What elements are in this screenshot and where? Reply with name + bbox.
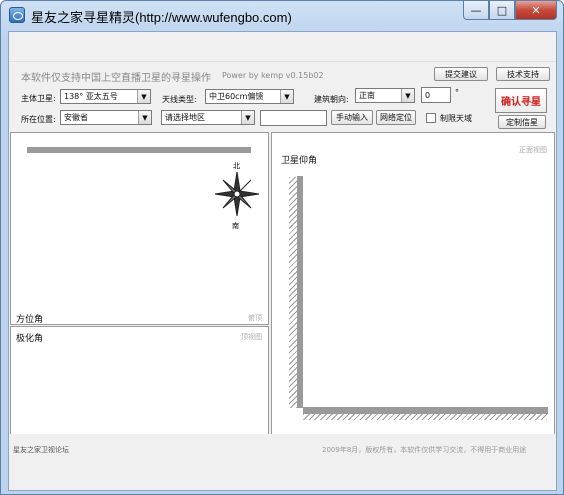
antenna-value: 中卫60cm偏馈 (209, 92, 264, 101)
location-label: 所在位置: (21, 115, 56, 124)
maximize-button[interactable]: □ (489, 1, 515, 20)
app-description: 本软件仅支持中国上空直播卫星的寻星操作 (21, 73, 211, 84)
window-controls: — □ ✕ (463, 1, 557, 21)
azimuth-panel: 北 南 方位角 俯顶 (10, 132, 269, 325)
window-title: 星友之家寻星精灵(http://www.wufengbo.com) (31, 10, 292, 25)
polarization-subtitle: 顶视图 (241, 333, 262, 341)
confirm-search-button[interactable]: 确认寻星 (495, 88, 547, 113)
support-button[interactable]: 技术支持 (496, 67, 550, 81)
close-button[interactable]: ✕ (515, 1, 557, 20)
minimize-button[interactable]: — (463, 1, 489, 20)
elevation-horizontal-bar (303, 407, 548, 414)
chevron-down-icon[interactable]: ▼ (401, 89, 414, 102)
forum-link[interactable]: 星友之家卫视论坛 (13, 445, 69, 455)
satellite-label: 主体卫星: (21, 94, 56, 103)
city-input[interactable] (260, 110, 327, 126)
province-select[interactable]: 安徽省 ▼ (60, 110, 152, 125)
compass-icon (214, 171, 260, 217)
province-value: 安徽省 (64, 113, 88, 122)
compass-south-label: 南 (232, 222, 239, 230)
ground-hatch (303, 414, 547, 420)
elevation-panel: 卫星仰角 正面视图 (271, 132, 555, 435)
azimuth-subtitle: 俯顶 (248, 314, 262, 322)
feedback-button[interactable]: 提交建议 (434, 67, 488, 81)
elevation-title: 卫星仰角 (281, 156, 318, 166)
chevron-down-icon[interactable]: ▼ (241, 111, 254, 124)
satellite-value: 138° 亚太五号 (64, 92, 118, 101)
elevation-vertical-bar (297, 176, 303, 408)
chevron-down-icon[interactable]: ▼ (280, 90, 293, 103)
elevation-subtitle: 正面视图 (519, 146, 547, 154)
azimuth-title: 方位角 (16, 315, 44, 325)
version-text: Power by kemp v0.15b02 (222, 71, 324, 80)
wall-hatch (289, 177, 297, 408)
status-bar: 星友之家卫视论坛 2009年8月，版权所有，本软件仅供学习交流，不得用于商业用途 (9, 434, 556, 458)
copyright-text: 2009年8月，版权所有，本软件仅供学习交流，不得用于商业用途 (322, 446, 527, 454)
region-value: 请选择地区 (165, 113, 205, 122)
customize-button[interactable]: 定制信星 (498, 115, 546, 129)
client-area: 本软件仅支持中国上空直播卫星的寻星操作 Power by kemp v0.15b… (8, 31, 557, 491)
limit-sky-label: 制限天域 (440, 114, 472, 123)
chevron-down-icon[interactable]: ▼ (138, 111, 151, 124)
azimuth-bar (27, 147, 251, 153)
antenna-label: 天线类型: (162, 95, 197, 104)
direction-value: 正南 (359, 91, 375, 100)
top-strip (9, 32, 556, 62)
angle-input[interactable]: 0 (421, 87, 451, 103)
antenna-select[interactable]: 中卫60cm偏馈 ▼ (205, 89, 294, 104)
angle-unit: ° (455, 88, 459, 97)
chevron-down-icon[interactable]: ▼ (137, 90, 150, 103)
direction-select[interactable]: 正南 ▼ (355, 88, 415, 103)
network-locate-button[interactable]: 网络定位 (376, 110, 416, 125)
title-bar[interactable]: 星友之家寻星精灵(http://www.wufengbo.com) — □ ✕ (1, 1, 563, 31)
limit-sky-checkbox[interactable] (426, 113, 436, 123)
region-select[interactable]: 请选择地区 ▼ (161, 110, 255, 125)
polarization-panel: 极化角 顶视图 (10, 326, 269, 435)
manual-input-button[interactable]: 手动输入 (331, 110, 373, 125)
satellite-app-icon (9, 7, 25, 23)
direction-label: 建筑朝向: (314, 95, 349, 104)
app-window: 星友之家寻星精灵(http://www.wufengbo.com) — □ ✕ … (0, 0, 564, 495)
polarization-title: 极化角 (16, 334, 44, 344)
satellite-select[interactable]: 138° 亚太五号 ▼ (60, 89, 151, 104)
